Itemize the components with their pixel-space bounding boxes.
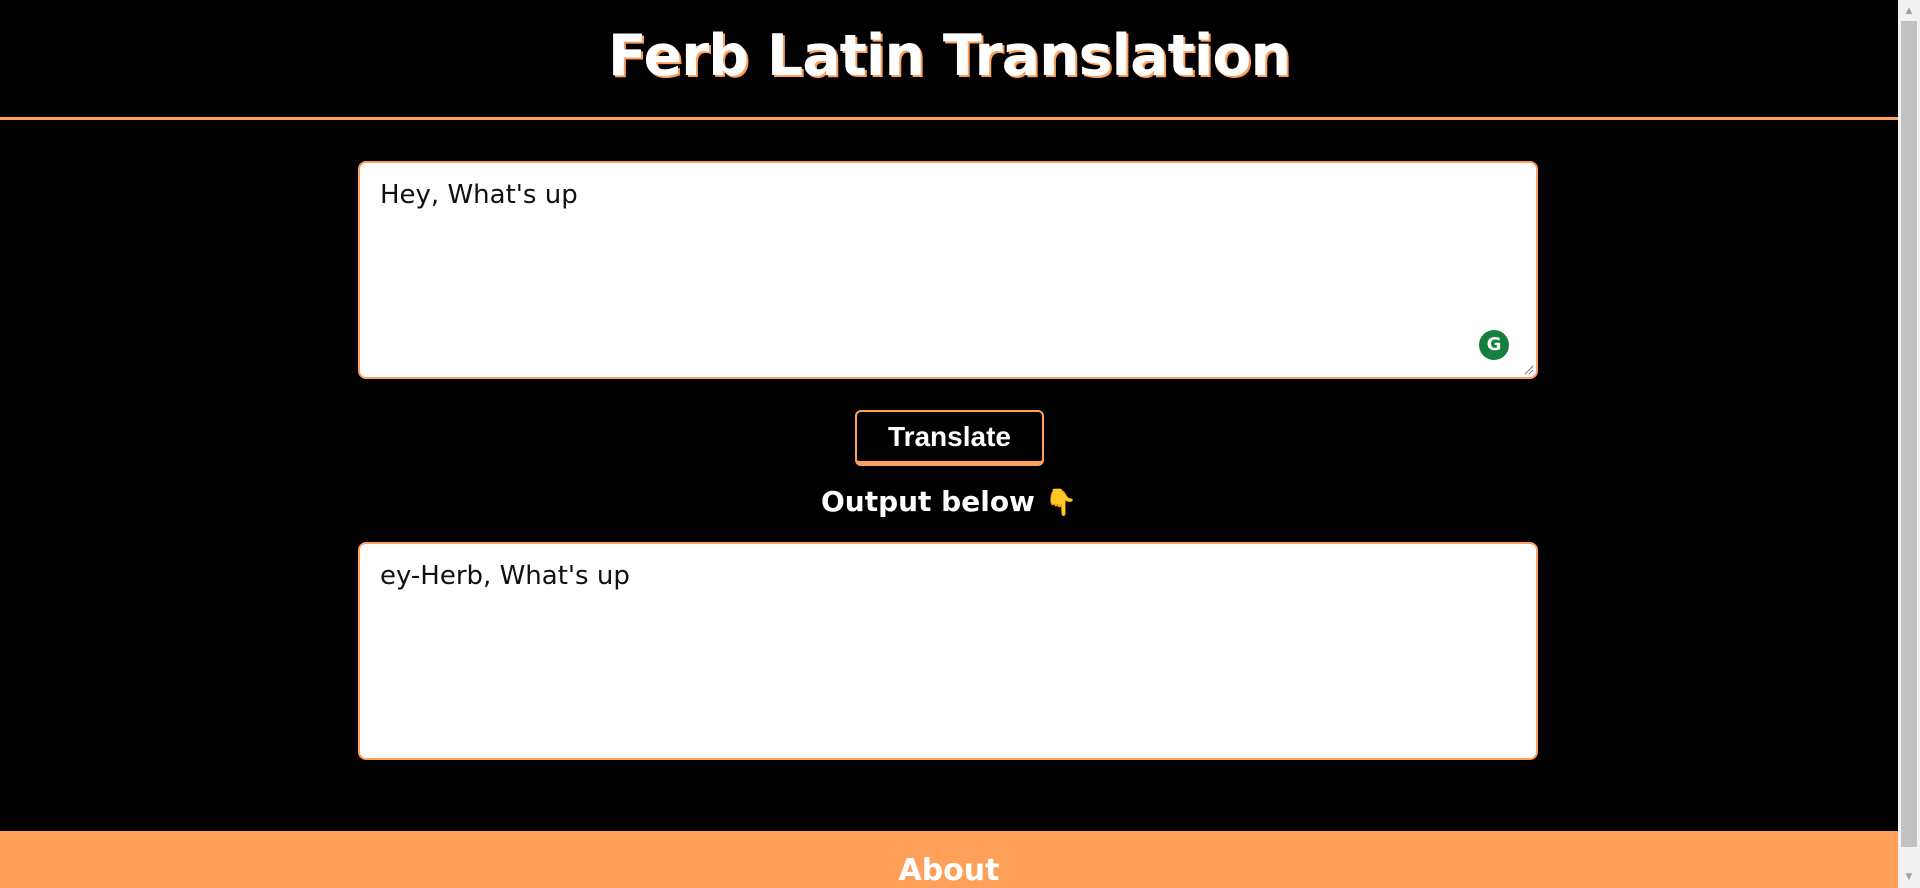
content-area: Ferb Latin Translation Hey, What's up G …	[0, 0, 1898, 888]
output-heading: Output below 👇	[0, 482, 1898, 523]
pointing-down-icon: 👇	[1044, 488, 1078, 518]
input-textarea[interactable]: Hey, What's up	[358, 161, 1538, 379]
output-textarea[interactable]: ey-Herb, What's up	[358, 542, 1538, 760]
output-heading-text: Output below	[820, 485, 1035, 518]
scroll-up-arrow-icon[interactable]: ▲	[1898, 2, 1920, 20]
scrollbar-thumb[interactable]	[1901, 21, 1917, 847]
footer: About	[0, 831, 1898, 888]
scroll-down-arrow-icon[interactable]: ▼	[1898, 868, 1920, 886]
about-heading: About	[898, 853, 1000, 888]
resize-handle-icon[interactable]	[1524, 365, 1534, 375]
header: Ferb Latin Translation	[0, 0, 1898, 120]
vertical-scrollbar[interactable]: ▲ ▼	[1898, 0, 1920, 888]
grammarly-icon[interactable]: G	[1479, 330, 1509, 360]
page-title: Ferb Latin Translation	[607, 23, 1291, 89]
grammarly-glyph: G	[1486, 334, 1502, 355]
translate-button[interactable]: Translate	[855, 410, 1044, 466]
page: Ferb Latin Translation Hey, What's up G …	[0, 0, 1920, 888]
